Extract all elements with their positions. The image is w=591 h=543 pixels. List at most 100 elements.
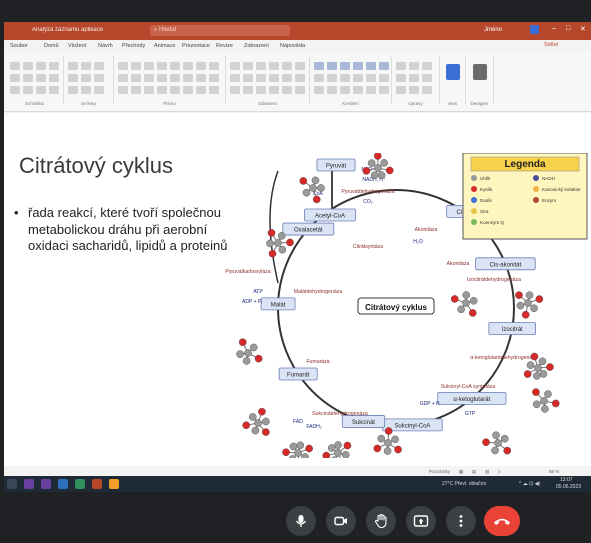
ribbon-button[interactable] [314,74,324,82]
ribbon-button[interactable] [230,62,240,70]
ribbon-button[interactable] [23,74,33,82]
ribbon-button[interactable] [196,74,206,82]
ribbon-button[interactable] [366,74,376,82]
ribbon-button[interactable] [256,74,266,82]
ribbon-button[interactable] [409,74,419,82]
tray-icons[interactable]: ^ ☁ ⊡ ◀) [519,481,540,487]
ribbon-button[interactable] [327,74,337,82]
weather-status[interactable]: 27°C Převl. oblačno [442,481,486,487]
ribbon-button[interactable] [131,86,141,94]
start-icon[interactable] [7,479,17,489]
ribbon-button[interactable] [157,74,167,82]
ribbon-button[interactable] [256,86,266,94]
ribbon-button[interactable] [396,86,406,94]
ribbon-tab[interactable]: Přechody [122,43,145,49]
ribbon-tab[interactable]: Revize [216,43,233,49]
avatar[interactable] [530,25,539,34]
ribbon-button[interactable] [243,74,253,82]
ribbon-tab[interactable]: Soubor [10,43,28,49]
ribbon-button[interactable] [10,86,20,94]
ribbon-button[interactable] [243,62,253,70]
ribbon-button[interactable] [68,86,78,94]
ribbon-button[interactable] [81,62,91,70]
ribbon-button[interactable] [118,86,128,94]
ribbon-button[interactable] [209,74,219,82]
app-icon-teams[interactable] [41,479,51,489]
ribbon-button[interactable] [314,62,324,70]
app-icon-excel[interactable] [75,479,85,489]
ribbon-button[interactable] [183,74,193,82]
ribbon-button[interactable] [269,86,279,94]
ribbon-button[interactable] [366,86,376,94]
present-screen-button[interactable] [406,506,436,536]
ribbon-button[interactable] [49,62,59,70]
app-icon-onenote[interactable] [24,479,34,489]
ribbon-button[interactable] [118,62,128,70]
app-icon-word[interactable] [58,479,68,489]
ribbon-button[interactable] [314,86,324,94]
normal-view-icon[interactable]: ▦ [459,469,463,475]
ribbon-button[interactable] [340,74,350,82]
minimize-icon[interactable]: – [552,25,556,32]
ribbon-tab[interactable]: Prezentace [182,43,210,49]
more-options-button[interactable] [446,506,476,536]
ribbon-button[interactable] [353,62,363,70]
ribbon-button[interactable] [422,86,432,94]
ribbon-button[interactable] [243,86,253,94]
ribbon-button[interactable] [295,86,305,94]
ribbon-button[interactable] [81,74,91,82]
ribbon-button[interactable] [144,86,154,94]
ribbon-button[interactable] [36,62,46,70]
ribbon-button[interactable] [379,62,389,70]
ribbon-button[interactable] [422,62,432,70]
ribbon-button[interactable] [10,62,20,70]
ribbon-button[interactable] [353,86,363,94]
app-icon-powerpoint[interactable] [92,479,102,489]
ribbon-button[interactable] [183,62,193,70]
ribbon-button[interactable] [396,74,406,82]
ribbon-button[interactable] [10,74,20,82]
ribbon-button[interactable] [295,62,305,70]
ribbon-button[interactable] [379,74,389,82]
designer-icon[interactable] [473,64,487,80]
share-button[interactable]: Sdílet [544,42,558,48]
ribbon-button[interactable] [157,86,167,94]
microphone-button[interactable] [286,506,316,536]
user-name[interactable]: Jméno [484,27,502,33]
reading-view-icon[interactable]: ▥ [485,469,489,475]
ribbon-button[interactable] [183,86,193,94]
ribbon-button[interactable] [269,74,279,82]
ribbon-button[interactable] [422,74,432,82]
notes-button[interactable]: Poznámky [429,469,450,474]
ribbon-button[interactable] [196,86,206,94]
ribbon-button[interactable] [282,62,292,70]
ribbon-button[interactable] [209,62,219,70]
ribbon-button[interactable] [131,74,141,82]
ribbon-button[interactable] [68,74,78,82]
ribbon-button[interactable] [327,86,337,94]
ribbon-tab[interactable]: Zobrazení [244,43,269,49]
ribbon-button[interactable] [170,74,180,82]
ribbon-button[interactable] [170,86,180,94]
clock-date[interactable]: 05.06.2023 [556,484,581,490]
ribbon-button[interactable] [366,62,376,70]
ribbon-button[interactable] [396,62,406,70]
ribbon-button[interactable] [36,86,46,94]
ribbon-button[interactable] [282,86,292,94]
ribbon-tab[interactable]: Návrh [98,43,113,49]
ribbon-button[interactable] [379,86,389,94]
ribbon-button[interactable] [340,86,350,94]
ribbon-tab[interactable]: Nápověda [280,43,305,49]
ribbon-button[interactable] [282,74,292,82]
ribbon-tab[interactable]: Domů [44,43,59,49]
ribbon-button[interactable] [94,74,104,82]
ribbon-button[interactable] [118,74,128,82]
ribbon-button[interactable] [230,74,240,82]
ribbon-button[interactable] [23,86,33,94]
close-icon[interactable]: ✕ [580,25,586,33]
app-icon-chrome[interactable] [109,479,119,489]
ribbon-button[interactable] [256,62,266,70]
ribbon-button[interactable] [295,74,305,82]
ribbon-button[interactable] [269,62,279,70]
ribbon-button[interactable] [340,62,350,70]
